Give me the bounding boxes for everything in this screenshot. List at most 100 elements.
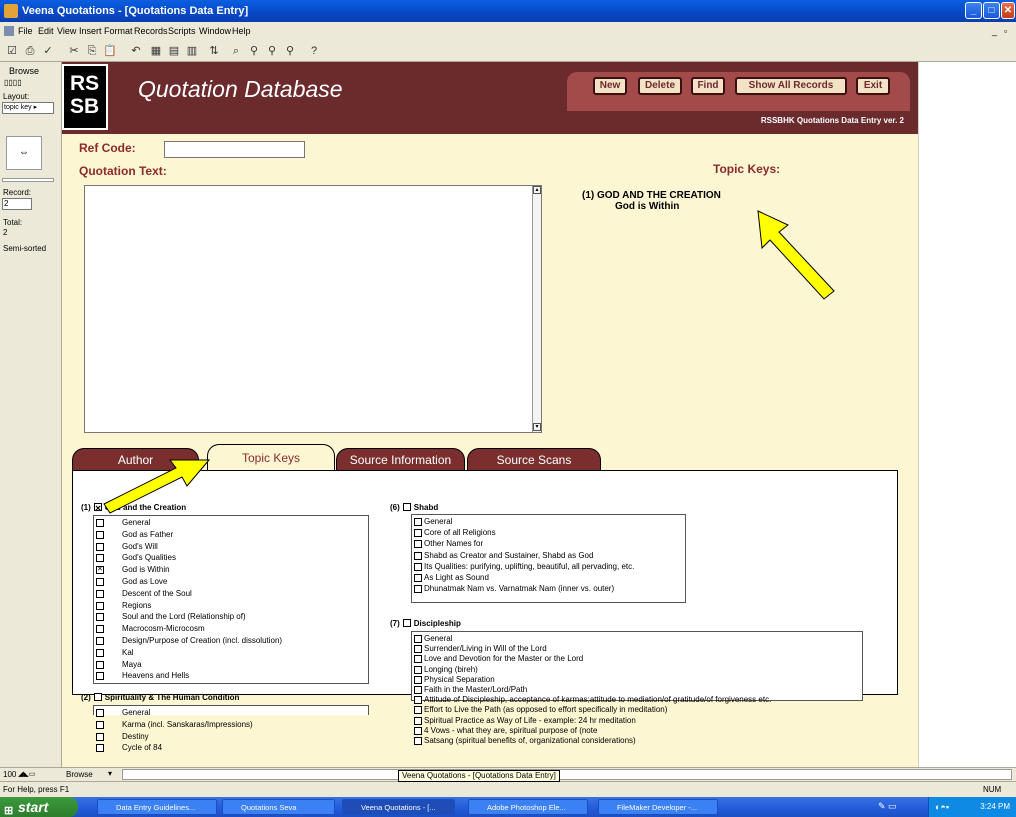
s7-item-checkbox[interactable]	[414, 635, 422, 643]
layout-select[interactable]: topic key ▸	[2, 102, 54, 114]
spellcheck-icon[interactable]: ✓	[40, 43, 56, 59]
s7-item-checkbox[interactable]	[414, 645, 422, 654]
s6-item-checkbox[interactable]	[414, 574, 422, 582]
s6-item-checkbox[interactable]	[414, 585, 422, 594]
minimize-icon[interactable]: _	[965, 2, 982, 19]
exit-button[interactable]: Exit	[856, 77, 890, 95]
record-book-icon[interactable]: ⇔	[6, 136, 42, 170]
s6-item-checkbox[interactable]	[414, 540, 422, 549]
doc-restore-icon[interactable]: ▫	[1004, 26, 1007, 36]
maximize-icon[interactable]: □	[983, 2, 1000, 19]
s7-item-checkbox[interactable]	[414, 655, 422, 664]
horizontal-scrollbar[interactable]	[122, 769, 1012, 780]
s1-item-checkbox[interactable]	[96, 601, 104, 610]
find-icon[interactable]: ⌕	[228, 43, 244, 59]
mode-tools-icon[interactable]: ▯▯▯▯	[4, 78, 54, 88]
s2-item-checkbox[interactable]	[96, 720, 104, 729]
tray-tools-icon[interactable]: ✎ ▭	[878, 801, 897, 812]
s6-item-checkbox[interactable]	[414, 562, 422, 571]
mode-popup[interactable]: Browse	[66, 770, 93, 779]
s1-item-checkbox[interactable]	[96, 613, 104, 622]
find-button[interactable]: Find	[691, 77, 725, 95]
s1-item-checkbox[interactable]	[96, 660, 104, 669]
delete-button[interactable]: Delete	[638, 77, 682, 95]
menu-file[interactable]: File	[18, 26, 33, 36]
record-slider[interactable]	[2, 178, 54, 182]
s1-item-checkbox[interactable]	[96, 637, 104, 645]
s6-item-checkbox[interactable]	[414, 551, 422, 560]
start-button[interactable]: ⊞ start	[0, 797, 78, 817]
close-icon[interactable]: ✕	[1001, 2, 1015, 19]
tray-icons[interactable]: ◐◓▪	[935, 797, 949, 817]
section-6-checkbox[interactable]	[402, 503, 411, 511]
section-2-checkbox[interactable]	[93, 693, 102, 701]
task-quotations-seva[interactable]: Quotations Seva	[222, 799, 335, 815]
menu-window[interactable]: Window	[199, 26, 231, 36]
new-record-icon[interactable]: ▦	[148, 43, 164, 59]
s2-item-checkbox[interactable]	[96, 732, 104, 741]
tab-topic-keys[interactable]: Topic Keys	[207, 444, 335, 470]
show-all-records-button[interactable]: Show All Records	[735, 77, 847, 95]
menu-insert[interactable]: Insert	[79, 26, 102, 36]
s7-item-checkbox[interactable]	[414, 675, 422, 684]
mode-popup-arrow-icon[interactable]: ▾	[108, 769, 112, 778]
menu-scripts[interactable]: Scripts	[168, 26, 196, 36]
help-icon[interactable]: ?	[306, 43, 322, 59]
s7-item-checkbox[interactable]	[414, 716, 422, 725]
show-omitted-icon[interactable]: ⚲	[282, 43, 298, 59]
task-veena-quotations[interactable]: Veena Quotations - [...	[342, 799, 455, 815]
s2-item-checkbox[interactable]	[96, 744, 104, 753]
zoom-icons[interactable]: ◢◣▭	[18, 770, 35, 778]
doc-minimize-icon[interactable]: _	[992, 26, 997, 36]
s1-item-checkbox[interactable]	[96, 542, 104, 551]
copy-icon[interactable]: ⎘	[84, 43, 100, 59]
menu-format[interactable]: Format	[104, 26, 133, 36]
scroll-down-icon[interactable]: ▾	[533, 423, 541, 431]
s1-item-checkbox[interactable]	[96, 589, 104, 598]
s2-item-checkbox[interactable]	[96, 709, 104, 717]
s7-item-checkbox[interactable]	[414, 686, 422, 694]
s1-item-checkbox[interactable]	[96, 530, 104, 539]
s1-item-checkbox[interactable]	[96, 519, 104, 527]
find-all-icon[interactable]: ⚲	[246, 43, 262, 59]
s1-item-checkbox[interactable]	[96, 554, 104, 563]
menu-records[interactable]: Records	[134, 26, 168, 36]
s7-item-checkbox[interactable]	[414, 706, 422, 715]
s6-item-checkbox[interactable]	[414, 518, 422, 526]
menu-edit[interactable]: Edit	[38, 26, 54, 36]
s7-item-checkbox[interactable]	[414, 696, 422, 705]
checklist-icon[interactable]: ☑	[4, 43, 20, 59]
menu-help[interactable]: Help	[232, 26, 251, 36]
s1-item-checkbox[interactable]	[96, 672, 104, 681]
quotation-scrollbar[interactable]: ▴ ▾	[532, 186, 541, 432]
zoom-level[interactable]: 100	[3, 770, 16, 779]
s1-item-checkbox[interactable]	[96, 648, 104, 657]
menu-view[interactable]: View	[57, 26, 76, 36]
s1-item-checkbox[interactable]	[96, 565, 104, 575]
tab-author[interactable]: Author	[72, 448, 199, 470]
sort-icon[interactable]: ⇅	[206, 43, 222, 59]
cut-icon[interactable]: ✂	[66, 43, 82, 59]
paste-icon[interactable]: 📋	[102, 43, 118, 59]
record-number-field[interactable]: 2	[2, 198, 32, 210]
s6-item-checkbox[interactable]	[414, 529, 422, 538]
s7-item-checkbox[interactable]	[414, 737, 422, 745]
duplicate-record-icon[interactable]: ▤	[166, 43, 182, 59]
new-button[interactable]: New	[593, 77, 627, 95]
undo-icon[interactable]: ↶	[128, 43, 144, 59]
section-1-checkbox[interactable]: ✕	[93, 503, 102, 513]
scroll-up-icon[interactable]: ▴	[533, 186, 541, 194]
task-data-entry-guidelines[interactable]: Data Entry Guidelines...	[97, 799, 217, 815]
tab-source-information[interactable]: Source Information	[336, 448, 465, 470]
omit-icon[interactable]: ⚲	[264, 43, 280, 59]
print-icon[interactable]: ⎙	[22, 43, 38, 59]
ref-code-field[interactable]	[164, 141, 305, 158]
section-7-checkbox[interactable]	[402, 619, 411, 627]
delete-record-icon[interactable]: ▥	[184, 43, 200, 59]
quotation-text-field[interactable]	[84, 185, 542, 433]
s1-item-checkbox[interactable]	[96, 578, 104, 586]
s7-item-checkbox[interactable]	[414, 665, 422, 674]
s1-item-checkbox[interactable]	[96, 625, 104, 634]
task-filemaker-developer[interactable]: FileMaker Developer -...	[598, 799, 718, 815]
task-adobe-photoshop[interactable]: Adobe Photoshop Ele...	[468, 799, 588, 815]
